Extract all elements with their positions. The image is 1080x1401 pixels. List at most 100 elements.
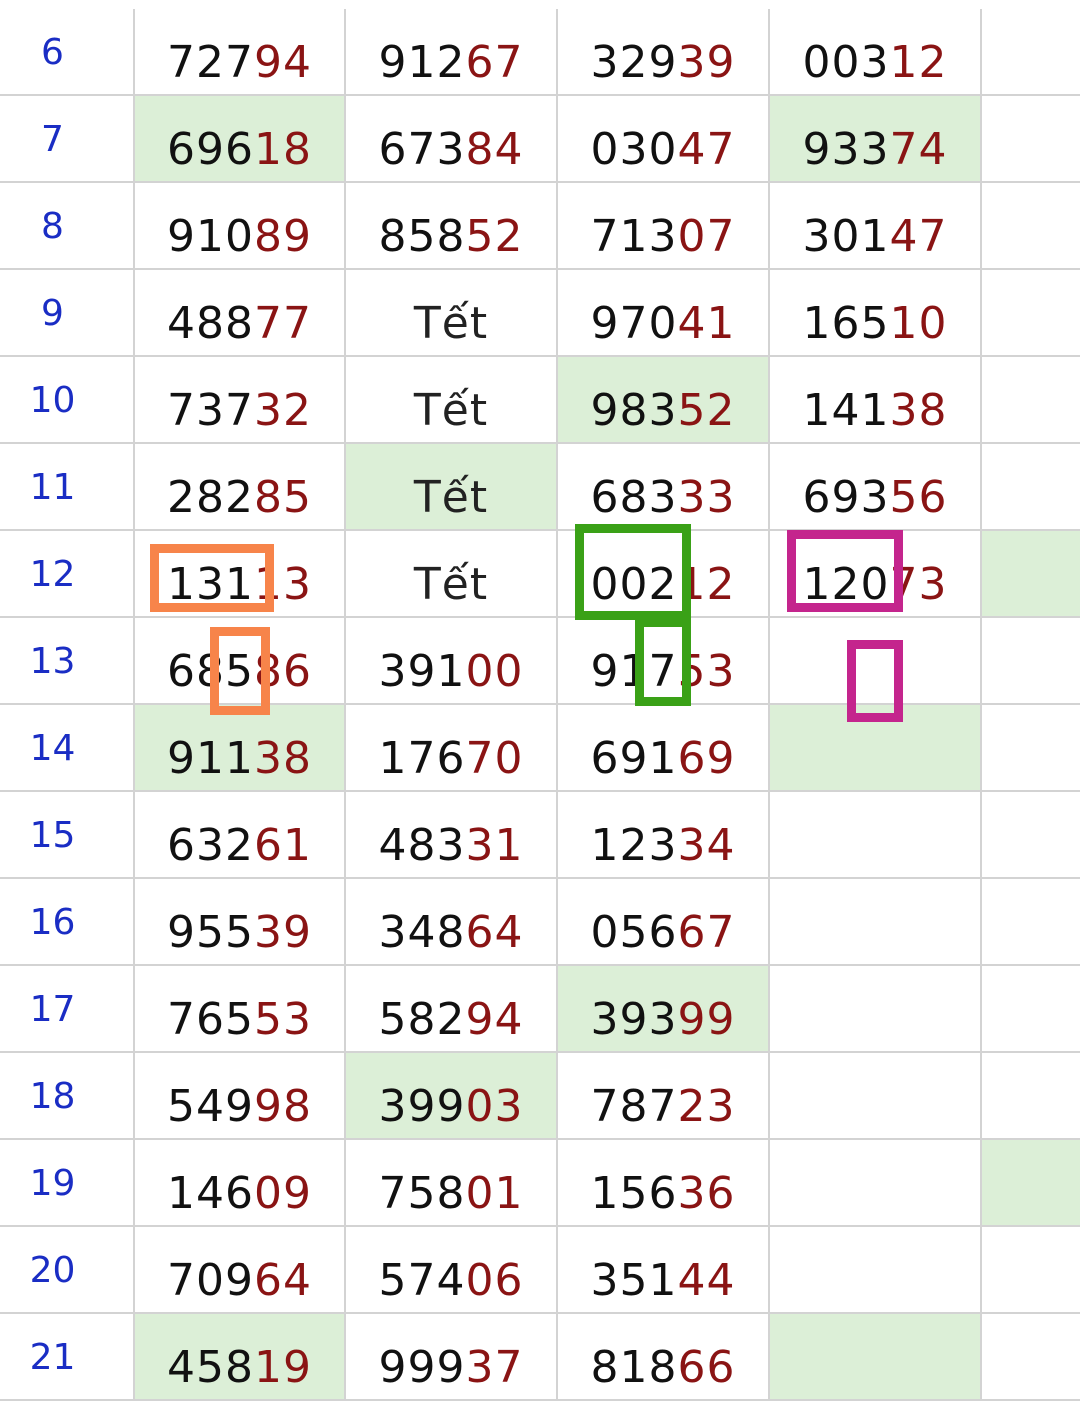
number-head: 549	[167, 1081, 254, 1132]
result-number: 93374	[770, 126, 980, 174]
result-number: 57406	[346, 1257, 556, 1305]
number-tail: 64	[253, 1255, 312, 1306]
result-cell	[982, 96, 1080, 183]
result-cell	[982, 444, 1080, 531]
result-cell	[982, 1314, 1080, 1401]
result-cell: Tết	[346, 531, 558, 618]
day-number: 18	[29, 1076, 76, 1117]
result-cell: 58294	[346, 966, 558, 1053]
result-cell: 97041	[558, 270, 770, 357]
day-number: 19	[29, 1163, 76, 1204]
number-head: 970	[590, 298, 678, 349]
result-cell: 81866	[558, 1314, 770, 1401]
result-cell: 78723	[558, 1053, 770, 1140]
number-head: 488	[167, 298, 254, 349]
result-cell	[770, 879, 982, 966]
number-tail: 39	[253, 907, 312, 958]
number-tail: 23	[677, 1081, 736, 1132]
result-cell: 91138	[135, 705, 346, 792]
result-number: 48877	[135, 300, 344, 348]
magenta-highlight-box	[787, 530, 903, 612]
holiday-label: Tết	[413, 472, 489, 523]
table-row: 13 68586 39100 91753	[0, 618, 1080, 705]
number-tail: 38	[889, 385, 948, 436]
result-cell: 93374	[770, 96, 982, 183]
number-tail: 47	[889, 211, 948, 262]
number-head: 329	[590, 37, 678, 88]
number-head: 123	[590, 820, 678, 871]
result-number: 81866	[558, 1344, 768, 1392]
result-cell: 00312	[770, 9, 982, 96]
number-tail: 69	[677, 733, 736, 784]
number-tail: 64	[465, 907, 524, 958]
result-cell	[770, 1227, 982, 1314]
result-cell: 32939	[558, 9, 770, 96]
number-tail: 10	[889, 298, 948, 349]
result-number: 05667	[558, 909, 768, 957]
result-cell: 72794	[135, 9, 346, 96]
result-number: 58294	[346, 996, 556, 1044]
number-tail: 66	[677, 1342, 736, 1393]
number-head: 696	[167, 124, 254, 175]
result-cell: 91267	[346, 9, 558, 96]
result-cell: Tết	[346, 357, 558, 444]
day-cell: 14	[0, 705, 135, 792]
result-number: 71307	[558, 213, 768, 261]
number-head: 912	[378, 37, 466, 88]
day-cell: 13	[0, 618, 135, 705]
day-cell: 21	[0, 1314, 135, 1401]
result-number: 68333	[558, 474, 768, 522]
number-head: 713	[590, 211, 678, 262]
table-row: 15 63261 48331 12334	[0, 792, 1080, 879]
result-number: 39399	[558, 996, 768, 1044]
result-cell	[982, 357, 1080, 444]
number-tail: 85	[253, 472, 312, 523]
result-number: 98352	[558, 387, 768, 435]
day-cell: 16	[0, 879, 135, 966]
number-tail: 06	[465, 1255, 524, 1306]
result-cell: 28285	[135, 444, 346, 531]
result-cell: 48877	[135, 270, 346, 357]
number-head: 758	[378, 1168, 466, 1219]
result-cell: 63261	[135, 792, 346, 879]
result-number: 75801	[346, 1170, 556, 1218]
result-cell: 12334	[558, 792, 770, 879]
number-head: 693	[802, 472, 890, 523]
number-tail: 67	[465, 37, 524, 88]
result-cell	[982, 966, 1080, 1053]
number-tail: 99	[677, 994, 736, 1045]
number-head: 933	[802, 124, 890, 175]
result-cell	[982, 879, 1080, 966]
result-cell: 17670	[346, 705, 558, 792]
day-number: 17	[29, 989, 76, 1030]
result-number: 32939	[558, 39, 768, 87]
result-number: 70964	[135, 1257, 344, 1305]
day-cell: 15	[0, 792, 135, 879]
result-number: 99937	[346, 1344, 556, 1392]
table-row: 17 76553 58294 39399	[0, 966, 1080, 1053]
day-number: 20	[29, 1250, 76, 1291]
table-row: 19 14609 75801 15636	[0, 1140, 1080, 1227]
number-head: 348	[378, 907, 466, 958]
number-head: 955	[167, 907, 254, 958]
day-number: 14	[29, 728, 76, 769]
number-head: 483	[378, 820, 466, 871]
green-highlight-box	[635, 618, 691, 706]
result-cell	[770, 1140, 982, 1227]
number-head: 691	[590, 733, 678, 784]
result-number: 12334	[558, 822, 768, 870]
number-head: 910	[167, 211, 254, 262]
result-cell: 15636	[558, 1140, 770, 1227]
number-tail: 47	[677, 124, 736, 175]
number-tail: 18	[253, 124, 312, 175]
number-tail: 98	[253, 1081, 312, 1132]
green-highlight-box	[575, 524, 691, 620]
result-number: 91267	[346, 39, 556, 87]
orange-highlight-box	[150, 544, 274, 612]
number-head: 030	[590, 124, 678, 175]
number-head: 574	[378, 1255, 466, 1306]
number-head: 582	[378, 994, 466, 1045]
number-tail: 19	[253, 1342, 312, 1393]
result-cell: 05667	[558, 879, 770, 966]
day-number: 6	[41, 32, 64, 73]
